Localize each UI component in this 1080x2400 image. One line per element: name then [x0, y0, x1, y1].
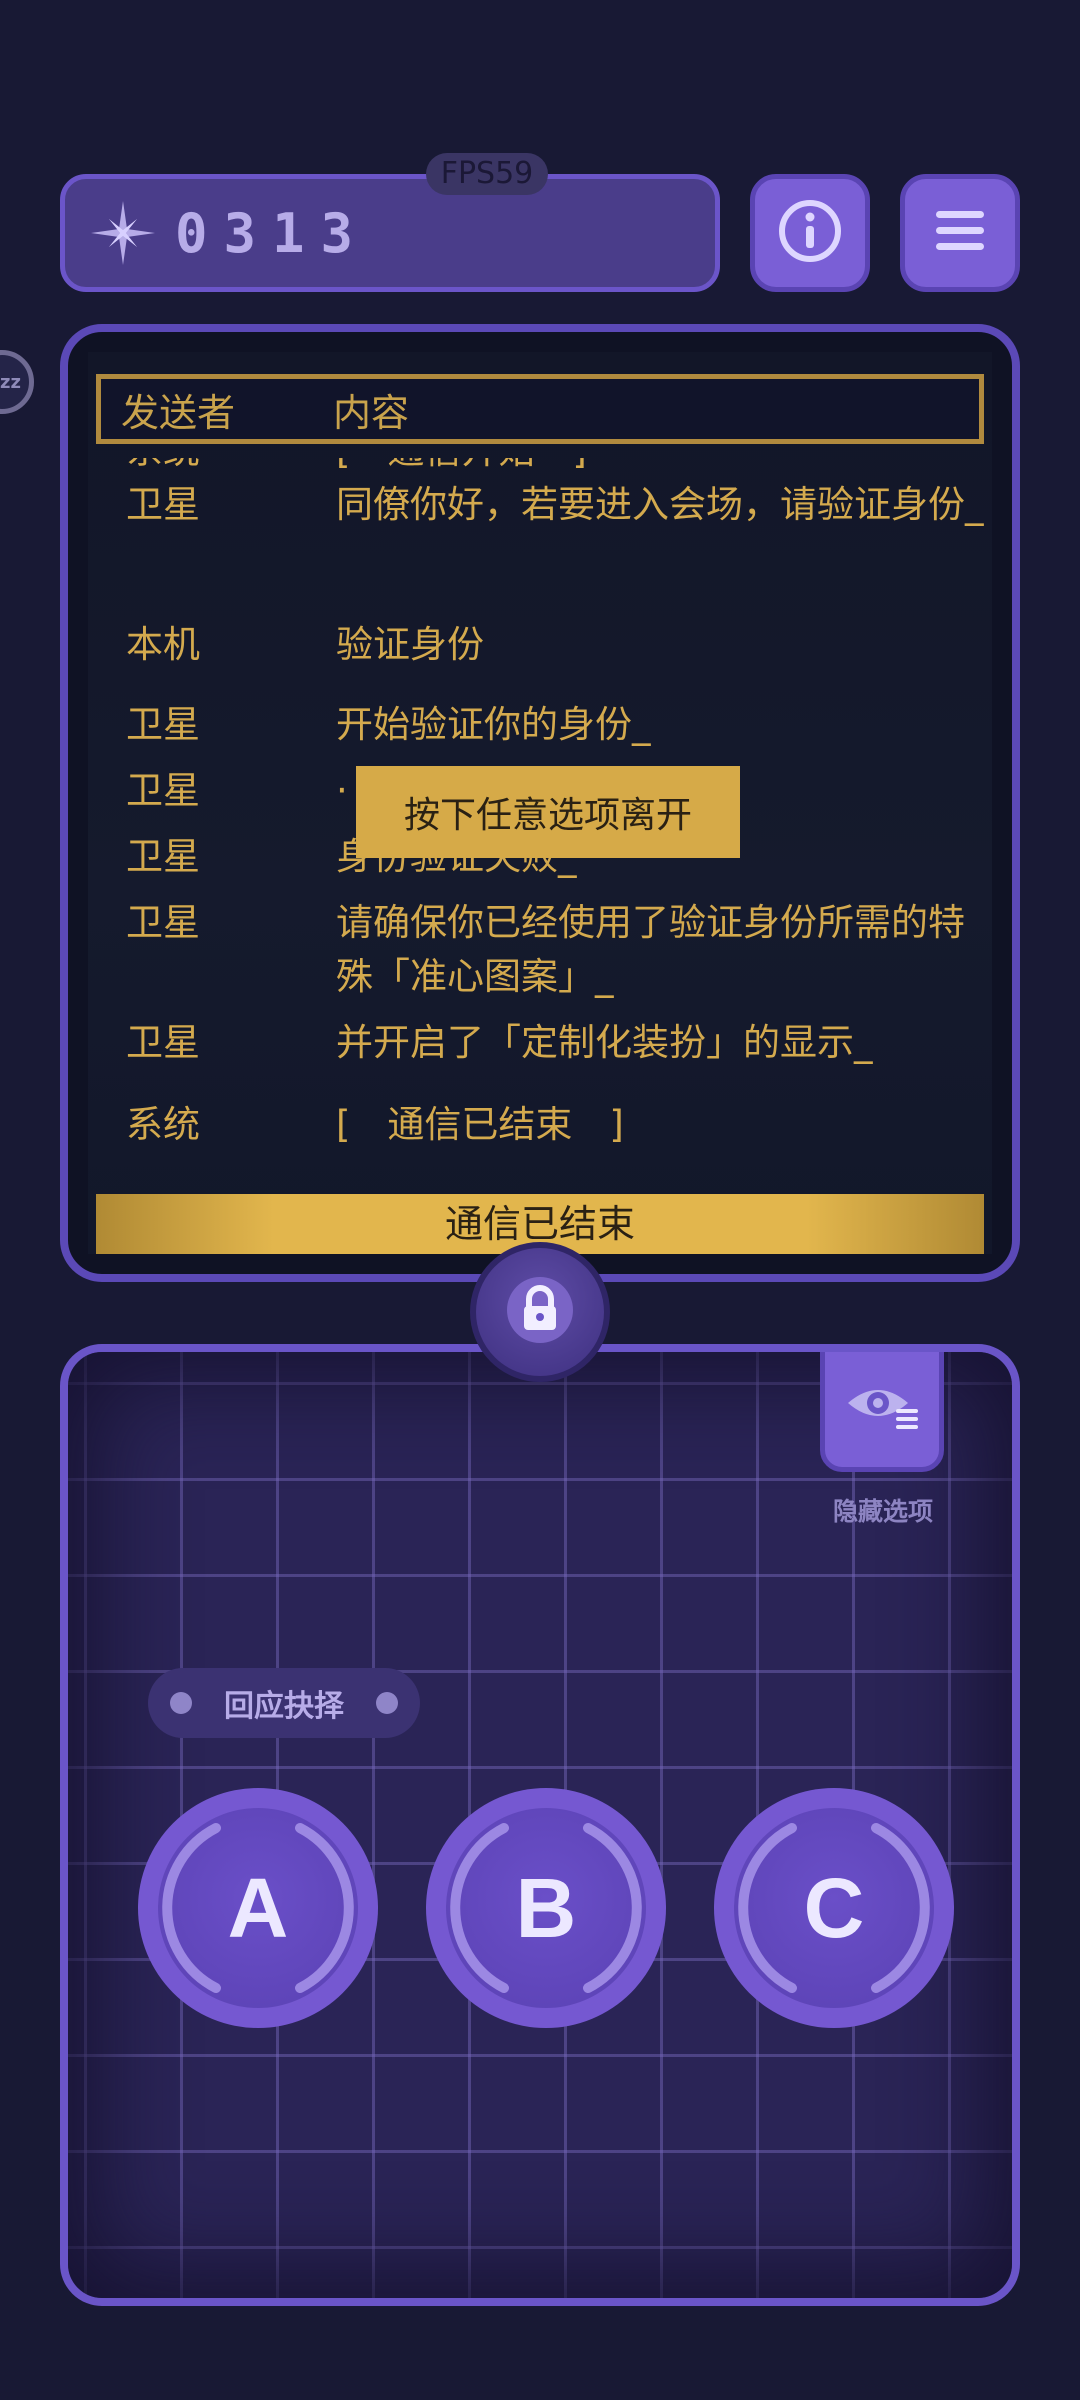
message-row: 卫星 并开启了「定制化装扮」的显示_: [126, 1016, 986, 1070]
choice-c-inner: C: [734, 1808, 934, 2008]
message-content: 请确保你已经使用了验证身份所需的特殊「准心图案」_: [336, 901, 965, 998]
leave-toast: 按下任意选项离开: [356, 766, 740, 858]
score-value: 0313: [175, 201, 370, 265]
choice-a-label: A: [227, 1860, 289, 1955]
dot-icon: [170, 1692, 192, 1714]
header-sender: 发送者: [121, 390, 236, 435]
eye-list-icon: [844, 1375, 920, 1439]
message-sender: 卫星: [126, 703, 200, 746]
info-button[interactable]: [750, 174, 870, 292]
message-sender: 卫星: [126, 835, 200, 878]
score-display: 0313: [60, 174, 720, 292]
dot-icon: [376, 1692, 398, 1714]
message-sender: 卫星: [126, 901, 200, 944]
sleep-icon: zz: [0, 371, 21, 393]
dialog-panel: 发送者 内容 系统 [ 通信开始 ] 卫星 同僚你好，若要进入会场，请验证身份_…: [60, 324, 1020, 1282]
hide-options-label: 隐藏选项: [832, 1497, 933, 1526]
info-icon: [777, 198, 843, 268]
message-sender: 卫星: [126, 769, 200, 812]
response-label-text: 回应抉择: [224, 1689, 344, 1724]
choice-b-inner: B: [446, 1808, 646, 2008]
fps-indicator: FPS59: [426, 153, 548, 195]
lock-button[interactable]: [470, 1242, 610, 1382]
choice-a-inner: A: [158, 1808, 358, 2008]
choice-c-button[interactable]: C: [714, 1788, 954, 2028]
message-content: 同僚你好，若要进入会场，请验证身份_: [336, 483, 984, 526]
message-row: 卫星 开始验证你的身份_: [126, 698, 986, 752]
message-sender: 系统: [126, 1103, 200, 1146]
message-content: 开始验证你的身份_: [336, 703, 651, 746]
message-sender: 卫星: [126, 483, 200, 526]
response-choice-label: 回应抉择: [148, 1668, 420, 1738]
message-row: 卫星 同僚你好，若要进入会场，请验证身份_: [126, 478, 986, 532]
message-content: 并开启了「定制化装扮」的显示_: [336, 1021, 873, 1064]
menu-button[interactable]: [900, 174, 1020, 292]
header-content: 内容: [333, 390, 410, 435]
controller-panel: 隐藏选项 回应抉择 A B C: [60, 1344, 1020, 2306]
message-row: 本机 验证身份: [126, 618, 986, 672]
message-sender: 卫星: [126, 1021, 200, 1064]
lock-icon: [505, 1275, 575, 1349]
message-row: 卫星 请确保你已经使用了验证身份所需的特殊「准心图案」_: [126, 896, 986, 1004]
message-sender: 本机: [126, 623, 200, 666]
menu-icon: [932, 203, 988, 263]
message-row: 系统 [ 通信已结束 ]: [126, 1098, 986, 1152]
choice-b-button[interactable]: B: [426, 1788, 666, 2028]
choice-a-button[interactable]: A: [138, 1788, 378, 2028]
message-content: [ 通信已结束 ]: [336, 1103, 624, 1146]
dialog-header: 发送者 内容: [96, 374, 984, 444]
hide-options-button[interactable]: [820, 1352, 944, 1472]
choice-c-label: C: [803, 1860, 865, 1955]
message-content: 验证身份: [336, 623, 484, 666]
compass-star-icon: [89, 199, 157, 267]
choice-b-label: B: [515, 1860, 577, 1955]
sleep-badge[interactable]: zz: [0, 350, 34, 414]
